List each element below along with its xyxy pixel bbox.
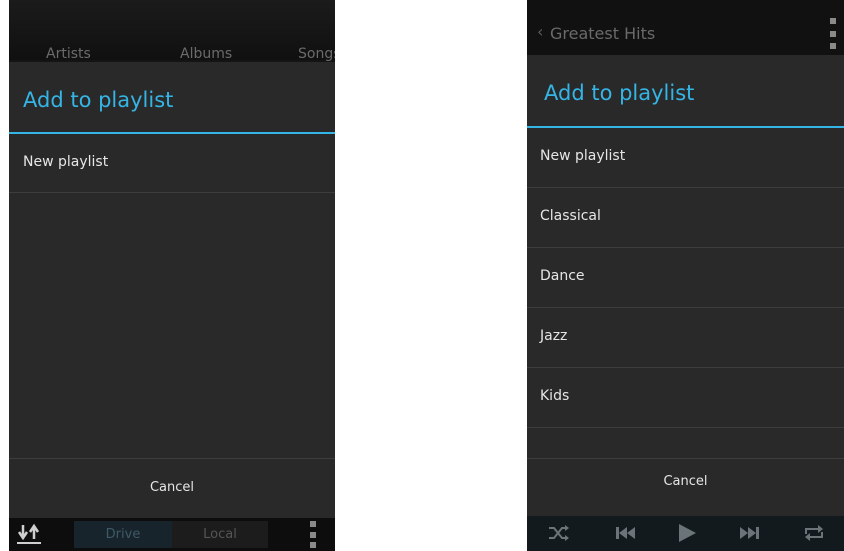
list-item-label: Kids <box>540 388 570 404</box>
playlist-list: New playlist <box>9 134 335 193</box>
repeat-icon[interactable] <box>802 522 826 544</box>
shuffle-icon[interactable] <box>547 522 571 544</box>
cancel-button[interactable]: Cancel <box>9 458 335 517</box>
next-icon[interactable] <box>737 522 761 544</box>
list-item-label: Dance <box>540 268 585 284</box>
cancel-button[interactable]: Cancel <box>527 458 844 517</box>
play-icon[interactable] <box>675 522 699 544</box>
overflow-menu-icon[interactable] <box>310 521 316 548</box>
cancel-label: Cancel <box>149 480 195 495</box>
right-screen: ‹ Greatest Hits Add to playlist New play… <box>527 0 844 551</box>
album-title: Greatest Hits <box>550 24 656 43</box>
overflow-menu-icon[interactable] <box>830 18 836 49</box>
tab-albums[interactable]: Albums <box>180 46 232 62</box>
title-bar: ‹ Greatest Hits <box>527 0 844 55</box>
player-controls-bar <box>527 516 844 551</box>
back-chevron-icon[interactable]: ‹ <box>537 22 543 41</box>
local-tab[interactable]: Local <box>172 521 268 548</box>
list-item-label: New playlist <box>23 154 109 170</box>
drive-tab[interactable]: Drive <box>74 521 172 548</box>
left-screen: Artists Albums Songs Add to playlist New… <box>9 0 335 551</box>
cancel-label: Cancel <box>663 474 708 489</box>
bottom-bar: Drive Local <box>9 518 335 551</box>
list-item-jazz[interactable]: Jazz <box>527 308 844 368</box>
background-tab-bar: Artists Albums Songs <box>9 0 335 62</box>
tab-songs[interactable]: Songs <box>298 46 335 62</box>
list-item-classical[interactable]: Classical <box>527 188 844 248</box>
add-to-playlist-dialog: Add to playlist New playlist Classical D… <box>527 55 844 516</box>
add-to-playlist-dialog: Add to playlist New playlist Cancel <box>9 62 335 518</box>
list-item-label: New playlist <box>540 148 626 164</box>
playlist-list: New playlist Classical Dance Jazz Kids <box>527 128 844 458</box>
previous-icon[interactable] <box>614 522 638 544</box>
list-item-dance[interactable]: Dance <box>527 248 844 308</box>
dialog-title: Add to playlist <box>544 81 695 105</box>
sort-icon[interactable] <box>15 522 45 546</box>
list-item-label: Classical <box>540 208 601 224</box>
list-item-label: Jazz <box>540 328 568 344</box>
list-item-new-playlist[interactable]: New playlist <box>9 134 335 193</box>
list-item-kids[interactable]: Kids <box>527 368 844 428</box>
dialog-title: Add to playlist <box>23 88 174 112</box>
tab-artists[interactable]: Artists <box>46 46 91 62</box>
list-item-new-playlist[interactable]: New playlist <box>527 128 844 188</box>
